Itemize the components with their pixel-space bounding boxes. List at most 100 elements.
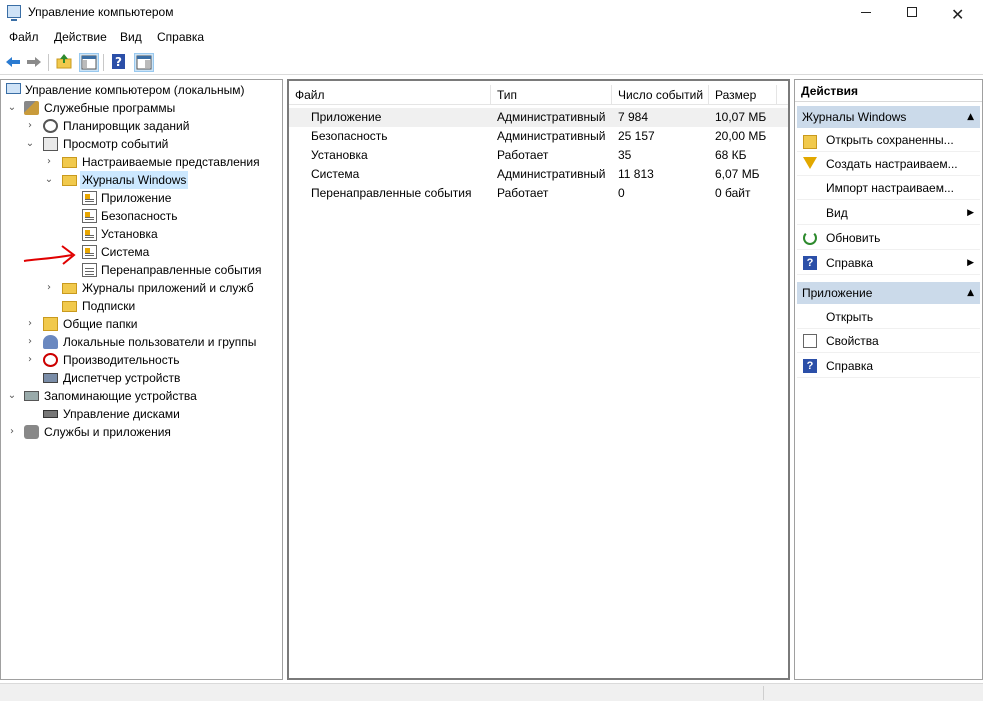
show-hide-action-pane-button[interactable] — [134, 53, 154, 72]
action-open[interactable]: Открыть — [797, 305, 980, 329]
column-header-size[interactable]: Размер — [709, 85, 777, 105]
table-row[interactable]: Приложение Административный 7 984 10,07 … — [289, 108, 788, 127]
action-help-application[interactable]: ? Справка — [797, 354, 980, 378]
table-header: Файл Тип Число событий Размер — [289, 85, 788, 105]
cell-type: Работает — [497, 148, 549, 162]
forward-arrow-icon — [27, 57, 41, 67]
action-pane-icon — [136, 55, 152, 70]
cell-size: 20,00 МБ — [715, 129, 767, 143]
action-label: Открыть — [826, 310, 874, 324]
open-folder-icon — [803, 135, 817, 149]
tree-label: Общие папки — [63, 317, 138, 331]
expand-chevron-icon[interactable]: › — [25, 315, 35, 333]
folder-icon — [62, 301, 77, 312]
cell-type: Административный — [497, 110, 606, 124]
cell-type: Административный — [497, 167, 606, 181]
cell-file: Безопасность — [311, 129, 388, 143]
action-help[interactable]: ? Справка ▶ — [797, 251, 980, 275]
properties-icon — [803, 334, 817, 348]
actions-section-windows-logs[interactable]: Журналы Windows ▲ — [797, 106, 980, 128]
actions-section-application[interactable]: Приложение ▲ — [797, 282, 980, 304]
folder-icon — [62, 157, 77, 168]
up-level-button[interactable] — [55, 53, 75, 72]
tree-label: Запоминающие устройства — [44, 389, 197, 403]
action-view[interactable]: Вид ▶ — [797, 201, 980, 225]
table-row[interactable]: Перенаправленные события Работает 0 0 ба… — [289, 184, 788, 203]
collapse-chevron-icon[interactable]: ⌄ — [44, 171, 54, 189]
collapse-chevron-icon[interactable]: ⌄ — [7, 99, 17, 117]
tree-label: Подписки — [82, 299, 136, 313]
action-label: Обновить — [826, 231, 881, 245]
help-button[interactable]: ? — [110, 53, 130, 72]
red-arrow-annotation — [23, 245, 76, 265]
computer-management-icon — [7, 5, 21, 21]
event-log-icon — [82, 227, 97, 241]
cell-type: Административный — [497, 129, 606, 143]
tree-label: Перенаправленные события — [101, 263, 262, 277]
menu-action[interactable]: Действие — [54, 30, 107, 44]
menu-help[interactable]: Справка — [157, 30, 204, 44]
section-title: Приложение — [802, 286, 873, 300]
cell-file: Приложение — [311, 110, 382, 124]
toolbar: ? — [0, 50, 983, 75]
event-log-icon — [82, 191, 97, 205]
title-bar: Управление компьютером ✕ — [0, 0, 983, 25]
show-hide-tree-button[interactable] — [79, 53, 99, 72]
event-log-icon — [82, 263, 97, 277]
cell-size: 68 КБ — [715, 148, 747, 162]
column-header-event-count[interactable]: Число событий — [612, 85, 709, 105]
tree-label: Локальные пользователи и группы — [63, 335, 257, 349]
maximize-button[interactable] — [889, 0, 935, 25]
tree-label: Безопасность — [101, 209, 178, 223]
cell-count: 7 984 — [618, 110, 649, 124]
tree-label: Журналы приложений и служб — [82, 281, 254, 295]
cell-size: 0 байт — [715, 186, 751, 200]
disk-icon — [43, 410, 58, 418]
expand-chevron-icon[interactable]: › — [25, 117, 35, 135]
expand-chevron-icon[interactable]: › — [7, 423, 17, 441]
tree-label: Просмотр событий — [63, 137, 169, 151]
help-icon: ? — [803, 256, 817, 270]
forward-button[interactable] — [24, 53, 44, 72]
tree-label: Система — [101, 245, 150, 259]
menu-view[interactable]: Вид — [120, 30, 142, 44]
expand-chevron-icon[interactable]: › — [44, 153, 54, 171]
column-header-file[interactable]: Файл — [289, 85, 491, 105]
back-button[interactable] — [3, 53, 23, 72]
collapse-chevron-icon[interactable]: ⌄ — [7, 387, 17, 405]
column-header-type[interactable]: Тип — [491, 85, 612, 105]
storage-icon — [24, 391, 39, 401]
cell-size: 6,07 МБ — [715, 167, 760, 181]
table-row[interactable]: Безопасность Административный 25 157 20,… — [289, 127, 788, 146]
expand-chevron-icon[interactable]: › — [25, 351, 35, 369]
cell-count: 25 157 — [618, 129, 655, 143]
table-row[interactable]: Система Административный 11 813 6,07 МБ — [289, 165, 788, 184]
tree-label: Диспетчер устройств — [63, 371, 181, 385]
action-refresh[interactable]: Обновить — [797, 226, 980, 250]
tree-label: Служебные программы — [44, 101, 176, 115]
action-create-custom-view[interactable]: Создать настраиваем... — [797, 152, 980, 176]
submenu-arrow-icon: ▶ — [967, 208, 974, 218]
collapse-triangle-icon[interactable]: ▲ — [967, 282, 974, 304]
collapse-triangle-icon[interactable]: ▲ — [967, 106, 974, 128]
cell-file: Система — [311, 167, 360, 181]
table-row[interactable]: Установка Работает 35 68 КБ — [289, 146, 788, 165]
collapse-chevron-icon[interactable]: ⌄ — [25, 135, 35, 153]
tools-icon — [24, 101, 39, 115]
close-button[interactable]: ✕ — [935, 0, 981, 25]
svg-text:?: ? — [115, 55, 122, 69]
menu-bar: Файл Действие Вид Справка — [0, 27, 983, 47]
users-icon — [43, 335, 58, 349]
expand-chevron-icon[interactable]: › — [25, 333, 35, 351]
minimize-icon — [861, 12, 871, 13]
action-open-saved-log[interactable]: Открыть сохраненны... — [797, 128, 980, 152]
event-log-icon — [82, 209, 97, 223]
menu-file[interactable]: Файл — [9, 30, 39, 44]
minimize-button[interactable] — [843, 0, 889, 25]
action-properties[interactable]: Свойства — [797, 329, 980, 353]
actions-header: Действия — [795, 80, 982, 102]
expand-chevron-icon[interactable]: › — [44, 279, 54, 297]
action-label: Импорт настраиваем... — [826, 181, 954, 195]
window-title: Управление компьютером — [28, 5, 174, 19]
action-import-custom-view[interactable]: Импорт настраиваем... — [797, 176, 980, 200]
